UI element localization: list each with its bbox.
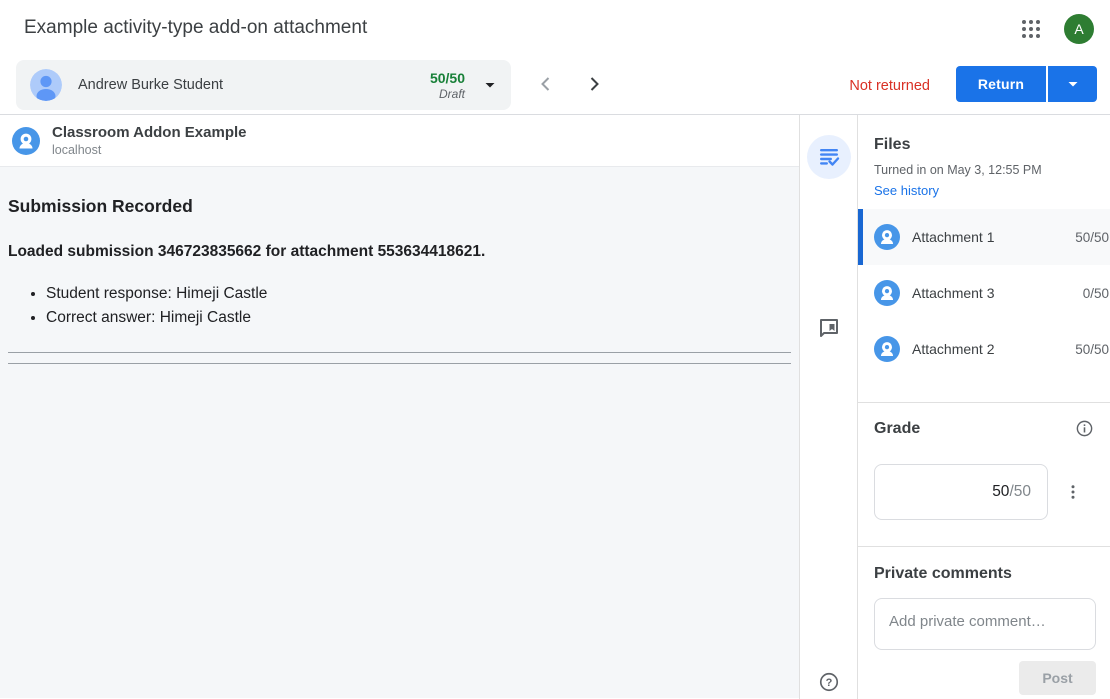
dropdown-caret-icon xyxy=(483,78,497,92)
svg-text:?: ? xyxy=(826,677,833,689)
addon-name: Classroom Addon Example xyxy=(52,124,247,141)
tool-rail: ? xyxy=(801,115,858,699)
return-button[interactable]: Return xyxy=(956,66,1046,102)
attachment-row[interactable]: Attachment 2 50/50 xyxy=(858,321,1110,377)
grade-state: Draft xyxy=(430,87,465,101)
next-student-button[interactable] xyxy=(582,72,606,96)
grade-max: /50 xyxy=(1009,483,1031,501)
student-name: Andrew Burke Student xyxy=(78,77,430,93)
private-comments-title: Private comments xyxy=(874,565,1110,583)
grading-tool-button[interactable] xyxy=(807,135,851,179)
sidebar-divider xyxy=(858,402,1110,403)
attachment-row[interactable]: Attachment 3 0/50 xyxy=(858,265,1110,321)
student-selector[interactable]: Andrew Burke Student 50/50 Draft xyxy=(16,60,511,110)
submission-heading: Submission Recorded xyxy=(8,167,791,217)
chevron-down-icon xyxy=(1066,77,1080,91)
grading-icon xyxy=(817,145,841,169)
submission-detail-list: Student response: Himeji Castle Correct … xyxy=(8,282,791,330)
attachment-score: 50/50 xyxy=(1075,342,1110,357)
comment-bank-button[interactable] xyxy=(816,315,842,341)
return-menu-button[interactable] xyxy=(1048,66,1097,102)
submission-message: Loaded submission 346723835662 for attac… xyxy=(8,243,791,261)
return-status: Not returned xyxy=(849,57,930,114)
attachment-list: Attachment 1 50/50 Attachment 3 0/50 Att… xyxy=(858,209,1110,377)
chevron-right-icon xyxy=(582,72,606,96)
files-title: Files xyxy=(874,136,1110,154)
help-button[interactable]: ? xyxy=(817,670,841,694)
comment-bank-icon xyxy=(817,316,841,340)
student-avatar-icon xyxy=(30,69,62,101)
grade-title: Grade xyxy=(874,420,920,438)
sidebar-divider xyxy=(858,546,1110,547)
grade-value: 50 xyxy=(992,483,1009,501)
grade-info-icon[interactable] xyxy=(1075,419,1094,438)
student-grade-summary: 50/50 Draft xyxy=(430,70,465,101)
apps-grid-icon xyxy=(1019,17,1043,41)
addon-iframe: Submission Recorded Loaded submission 34… xyxy=(0,167,799,698)
attachment-row[interactable]: Attachment 1 50/50 xyxy=(858,209,1110,265)
kebab-icon xyxy=(1064,483,1082,501)
post-button[interactable]: Post xyxy=(1019,661,1096,695)
apps-grid-button[interactable] xyxy=(1019,17,1043,41)
previous-student-button[interactable] xyxy=(534,72,558,96)
account-avatar[interactable]: A xyxy=(1064,14,1094,44)
grading-page: Example activity-type add-on attachment … xyxy=(0,0,1110,699)
private-comment-input[interactable] xyxy=(874,598,1096,650)
top-header: Example activity-type add-on attachment … xyxy=(0,0,1110,57)
addon-icon xyxy=(874,336,900,362)
help-icon: ? xyxy=(818,671,840,693)
addon-icon xyxy=(12,127,40,155)
correct-answer-item: Correct answer: Himeji Castle xyxy=(46,306,791,330)
submission-content: Classroom Addon Example localhost Submis… xyxy=(0,115,800,699)
attachment-label: Attachment 1 xyxy=(912,229,1075,245)
page-title: Example activity-type add-on attachment xyxy=(24,17,367,39)
student-grade: 50/50 xyxy=(430,70,465,86)
attachment-score: 50/50 xyxy=(1075,230,1110,245)
grade-menu-button[interactable] xyxy=(1063,480,1083,504)
content-divider xyxy=(8,352,791,353)
attachment-label: Attachment 3 xyxy=(912,285,1083,301)
addon-header: Classroom Addon Example localhost xyxy=(0,115,799,167)
action-bar: Andrew Burke Student 50/50 Draft Not ret… xyxy=(0,57,1110,115)
turned-in-status: Turned in on May 3, 12:55 PM xyxy=(874,163,1110,177)
addon-domain: localhost xyxy=(52,143,247,157)
attachment-score: 0/50 xyxy=(1083,286,1110,301)
addon-icon xyxy=(874,280,900,306)
attachment-label: Attachment 2 xyxy=(912,341,1075,357)
addon-icon xyxy=(874,224,900,250)
content-divider xyxy=(8,363,791,364)
grade-input[interactable]: 50/50 xyxy=(874,464,1048,520)
grading-sidebar: Files Turned in on May 3, 12:55 PM See h… xyxy=(858,115,1110,699)
student-response-item: Student response: Himeji Castle xyxy=(46,282,791,306)
see-history-link[interactable]: See history xyxy=(874,183,939,198)
chevron-left-icon xyxy=(534,72,558,96)
